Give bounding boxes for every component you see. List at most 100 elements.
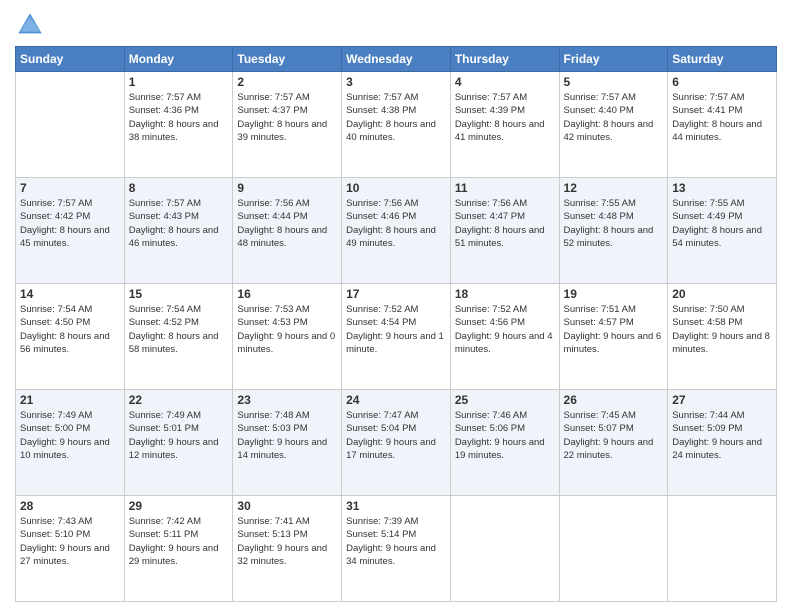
day-info: Sunrise: 7:54 AMSunset: 4:50 PMDaylight:… [20,303,120,356]
day-number: 1 [129,75,229,89]
day-number: 11 [455,181,555,195]
calendar-cell: 3 Sunrise: 7:57 AMSunset: 4:38 PMDaylight… [342,72,451,178]
calendar-cell: 24 Sunrise: 7:47 AMSunset: 5:04 PMDayligh… [342,390,451,496]
weekday-header: Saturday [668,47,777,72]
calendar-cell: 23 Sunrise: 7:48 AMSunset: 5:03 PMDayligh… [233,390,342,496]
day-number: 12 [564,181,664,195]
day-number: 24 [346,393,446,407]
calendar-cell: 12Sunrise: 7:55 AMSunset: 4:48 PMDayligh… [559,178,668,284]
calendar-cell: 1 Sunrise: 7:57 AMSunset: 4:36 PMDaylight… [124,72,233,178]
weekday-header: Thursday [450,47,559,72]
day-info: Sunrise: 7:57 AMSunset: 4:37 PMDaylight:… [237,91,337,144]
calendar-cell: 10 Sunrise: 7:56 AMSunset: 4:46 PMDayligh… [342,178,451,284]
weekday-header: Sunday [16,47,125,72]
calendar-cell: 29Sunrise: 7:42 AMSunset: 5:11 PMDayligh… [124,496,233,602]
day-info: Sunrise: 7:49 AMSunset: 5:00 PMDaylight:… [20,409,120,462]
day-info: Sunrise: 7:56 AMSunset: 4:44 PMDaylight:… [237,197,337,250]
day-info: Sunrise: 7:53 AMSunset: 4:53 PMDaylight:… [237,303,337,356]
day-info: Sunrise: 7:41 AMSunset: 5:13 PMDaylight:… [237,515,337,568]
calendar-cell: 27 Sunrise: 7:44 AMSunset: 5:09 PMDayligh… [668,390,777,496]
calendar-cell: 25Sunrise: 7:46 AMSunset: 5:06 PMDayligh… [450,390,559,496]
calendar-cell: 14 Sunrise: 7:54 AMSunset: 4:50 PMDayligh… [16,284,125,390]
day-number: 19 [564,287,664,301]
logo [15,10,49,40]
calendar-week-row: 21 Sunrise: 7:49 AMSunset: 5:00 PMDayligh… [16,390,777,496]
calendar-cell: 15 Sunrise: 7:54 AMSunset: 4:52 PMDayligh… [124,284,233,390]
calendar-week-row: 1 Sunrise: 7:57 AMSunset: 4:36 PMDaylight… [16,72,777,178]
calendar-cell: 18 Sunrise: 7:52 AMSunset: 4:56 PMDayligh… [450,284,559,390]
day-number: 4 [455,75,555,89]
day-number: 18 [455,287,555,301]
calendar-week-row: 7Sunrise: 7:57 AMSunset: 4:42 PMDaylight… [16,178,777,284]
day-number: 21 [20,393,120,407]
weekday-header: Wednesday [342,47,451,72]
weekday-header-row: SundayMondayTuesdayWednesdayThursdayFrid… [16,47,777,72]
day-number: 14 [20,287,120,301]
day-number: 22 [129,393,229,407]
calendar-cell: 6 Sunrise: 7:57 AMSunset: 4:41 PMDaylight… [668,72,777,178]
weekday-header: Monday [124,47,233,72]
day-info: Sunrise: 7:55 AMSunset: 4:49 PMDaylight:… [672,197,772,250]
logo-icon [15,10,45,40]
day-number: 9 [237,181,337,195]
calendar-cell [16,72,125,178]
calendar-cell: 31 Sunrise: 7:39 AMSunset: 5:14 PMDayligh… [342,496,451,602]
header [15,10,777,40]
day-number: 15 [129,287,229,301]
calendar-cell: 7Sunrise: 7:57 AMSunset: 4:42 PMDaylight… [16,178,125,284]
day-number: 23 [237,393,337,407]
day-info: Sunrise: 7:43 AMSunset: 5:10 PMDaylight:… [20,515,120,568]
day-info: Sunrise: 7:56 AMSunset: 4:47 PMDaylight:… [455,197,555,250]
calendar-cell: 13 Sunrise: 7:55 AMSunset: 4:49 PMDayligh… [668,178,777,284]
day-number: 7 [20,181,120,195]
calendar-cell: 17 Sunrise: 7:52 AMSunset: 4:54 PMDayligh… [342,284,451,390]
calendar-week-row: 28 Sunrise: 7:43 AMSunset: 5:10 PMDayligh… [16,496,777,602]
day-info: Sunrise: 7:48 AMSunset: 5:03 PMDaylight:… [237,409,337,462]
day-info: Sunrise: 7:44 AMSunset: 5:09 PMDaylight:… [672,409,772,462]
day-number: 31 [346,499,446,513]
calendar-cell: 19Sunrise: 7:51 AMSunset: 4:57 PMDayligh… [559,284,668,390]
day-number: 20 [672,287,772,301]
day-number: 30 [237,499,337,513]
calendar-week-row: 14 Sunrise: 7:54 AMSunset: 4:50 PMDayligh… [16,284,777,390]
calendar-cell: 11 Sunrise: 7:56 AMSunset: 4:47 PMDayligh… [450,178,559,284]
calendar-cell: 28 Sunrise: 7:43 AMSunset: 5:10 PMDayligh… [16,496,125,602]
day-info: Sunrise: 7:47 AMSunset: 5:04 PMDaylight:… [346,409,446,462]
calendar-table: SundayMondayTuesdayWednesdayThursdayFrid… [15,46,777,602]
weekday-header: Tuesday [233,47,342,72]
day-number: 6 [672,75,772,89]
calendar-cell: 8Sunrise: 7:57 AMSunset: 4:43 PMDaylight… [124,178,233,284]
calendar-cell: 5 Sunrise: 7:57 AMSunset: 4:40 PMDaylight… [559,72,668,178]
calendar-cell: 4Sunrise: 7:57 AMSunset: 4:39 PMDaylight… [450,72,559,178]
day-number: 28 [20,499,120,513]
day-info: Sunrise: 7:49 AMSunset: 5:01 PMDaylight:… [129,409,229,462]
calendar-cell: 30 Sunrise: 7:41 AMSunset: 5:13 PMDayligh… [233,496,342,602]
calendar-cell: 20 Sunrise: 7:50 AMSunset: 4:58 PMDayligh… [668,284,777,390]
day-info: Sunrise: 7:57 AMSunset: 4:41 PMDaylight:… [672,91,772,144]
calendar-cell [450,496,559,602]
day-number: 29 [129,499,229,513]
day-info: Sunrise: 7:50 AMSunset: 4:58 PMDaylight:… [672,303,772,356]
day-number: 25 [455,393,555,407]
calendar-cell [668,496,777,602]
day-info: Sunrise: 7:57 AMSunset: 4:43 PMDaylight:… [129,197,229,250]
calendar-cell: 22 Sunrise: 7:49 AMSunset: 5:01 PMDayligh… [124,390,233,496]
calendar-cell [559,496,668,602]
day-info: Sunrise: 7:54 AMSunset: 4:52 PMDaylight:… [129,303,229,356]
day-info: Sunrise: 7:57 AMSunset: 4:38 PMDaylight:… [346,91,446,144]
day-info: Sunrise: 7:52 AMSunset: 4:54 PMDaylight:… [346,303,446,356]
day-info: Sunrise: 7:56 AMSunset: 4:46 PMDaylight:… [346,197,446,250]
day-info: Sunrise: 7:57 AMSunset: 4:36 PMDaylight:… [129,91,229,144]
calendar-cell: 16Sunrise: 7:53 AMSunset: 4:53 PMDayligh… [233,284,342,390]
calendar-cell: 26Sunrise: 7:45 AMSunset: 5:07 PMDayligh… [559,390,668,496]
day-info: Sunrise: 7:39 AMSunset: 5:14 PMDaylight:… [346,515,446,568]
day-info: Sunrise: 7:57 AMSunset: 4:40 PMDaylight:… [564,91,664,144]
calendar-cell: 9 Sunrise: 7:56 AMSunset: 4:44 PMDaylight… [233,178,342,284]
day-number: 27 [672,393,772,407]
day-number: 17 [346,287,446,301]
day-number: 3 [346,75,446,89]
day-number: 5 [564,75,664,89]
day-number: 13 [672,181,772,195]
day-number: 10 [346,181,446,195]
day-info: Sunrise: 7:52 AMSunset: 4:56 PMDaylight:… [455,303,555,356]
